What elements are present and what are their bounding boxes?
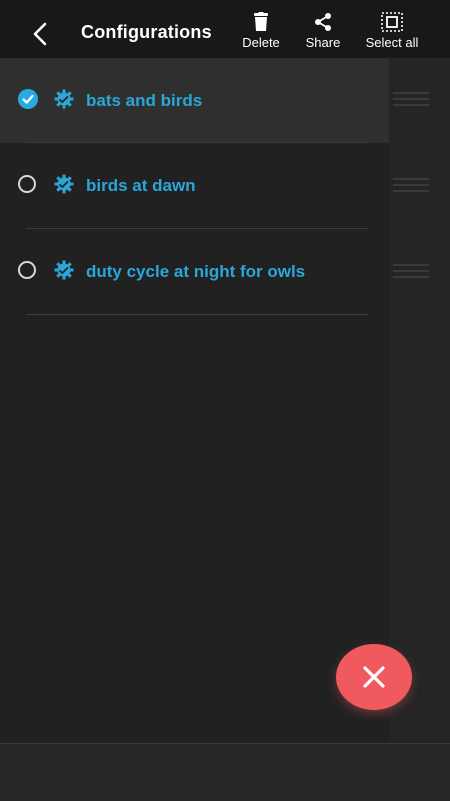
divider bbox=[26, 314, 368, 315]
list-item[interactable]: bats and birds bbox=[0, 58, 389, 143]
configuration-name: duty cycle at night for owls bbox=[86, 262, 306, 281]
radio-unchecked[interactable] bbox=[18, 175, 36, 193]
drag-handle-icon[interactable] bbox=[393, 264, 429, 278]
configuration-name: bats and birds bbox=[86, 91, 203, 110]
delete-label: Delete bbox=[242, 35, 280, 50]
list-item[interactable]: birds at dawn bbox=[0, 143, 389, 228]
back-button[interactable] bbox=[26, 18, 54, 50]
cancel-fab-button[interactable] bbox=[336, 644, 412, 710]
select-all-icon bbox=[381, 12, 403, 32]
share-button[interactable]: Share bbox=[300, 12, 346, 50]
gear-icon bbox=[54, 260, 74, 280]
radio-unchecked[interactable] bbox=[18, 261, 36, 279]
select-all-button[interactable]: Select all bbox=[360, 12, 424, 50]
check-icon bbox=[22, 94, 34, 104]
radio-checked[interactable] bbox=[18, 89, 38, 109]
close-icon bbox=[363, 666, 385, 688]
list-item[interactable]: duty cycle at night for owls bbox=[0, 229, 389, 314]
configuration-name: birds at dawn bbox=[86, 176, 196, 195]
share-icon bbox=[315, 13, 331, 31]
drag-handle-column bbox=[389, 58, 450, 743]
page-title: Configurations bbox=[81, 22, 212, 42]
drag-handle-icon[interactable] bbox=[393, 92, 429, 106]
app-header: Configurations Delete Share Select all bbox=[0, 0, 450, 58]
trash-icon bbox=[254, 12, 268, 31]
share-label: Share bbox=[305, 35, 341, 50]
bottom-bar bbox=[0, 743, 450, 801]
select-all-label: Select all bbox=[365, 35, 419, 50]
drag-handle-icon[interactable] bbox=[393, 178, 429, 192]
chevron-left-icon bbox=[33, 22, 47, 46]
gear-icon bbox=[54, 89, 74, 109]
delete-button[interactable]: Delete bbox=[238, 12, 284, 50]
gear-icon bbox=[54, 174, 74, 194]
